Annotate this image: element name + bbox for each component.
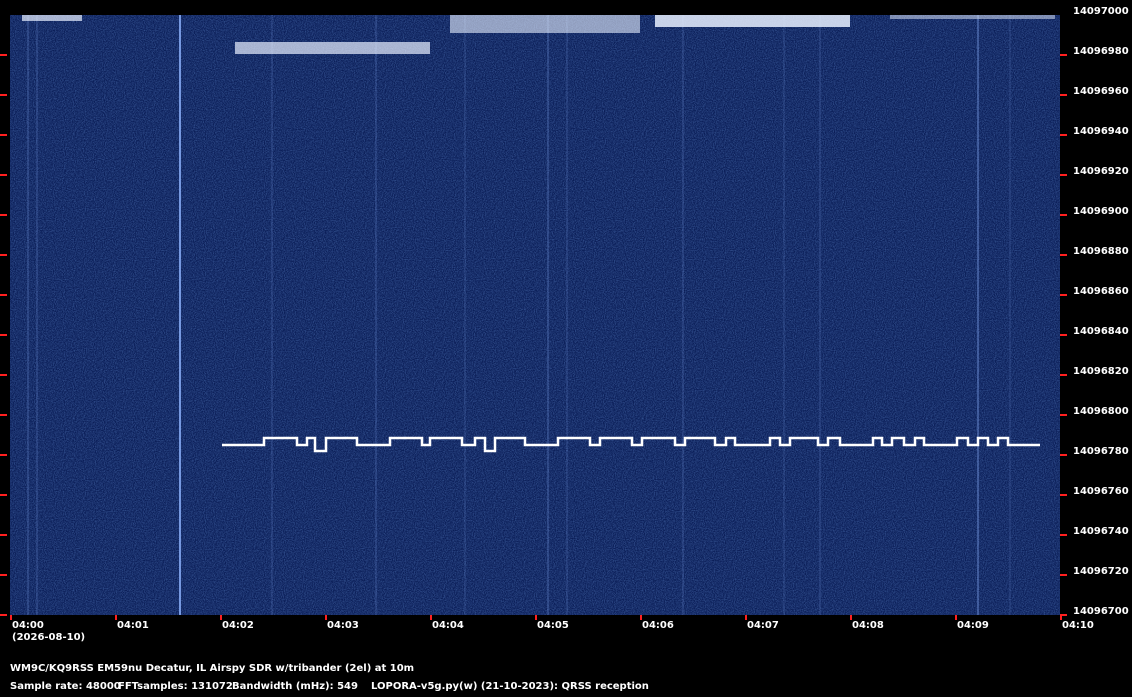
frequency-label: 14096920	[1073, 166, 1129, 177]
frequency-label: 14096780	[1073, 446, 1129, 457]
time-label: 04:09	[957, 620, 989, 631]
time-tick	[850, 615, 852, 620]
time-tick	[430, 615, 432, 620]
signal-blob	[22, 15, 82, 21]
frequency-tick-left	[0, 214, 7, 216]
signal-blob	[450, 15, 640, 33]
frequency-label: 14096900	[1073, 206, 1129, 217]
signal-blob	[655, 15, 850, 27]
time-tick	[1060, 615, 1062, 620]
time-label: 04:03	[327, 620, 359, 631]
frequency-tick-right	[1060, 374, 1067, 376]
frequency-tick-right	[1060, 574, 1067, 576]
frequency-tick-left	[0, 614, 7, 616]
frequency-tick-right	[1060, 214, 1067, 216]
frequency-label: 14096860	[1073, 286, 1129, 297]
time-tick	[955, 615, 957, 620]
time-tick	[220, 615, 222, 620]
frequency-tick-left	[0, 254, 7, 256]
time-tick	[10, 615, 12, 620]
frequency-label: 14097000	[1073, 6, 1129, 17]
frequency-tick-left	[0, 94, 7, 96]
time-tick	[745, 615, 747, 620]
frequency-tick-right	[1060, 94, 1067, 96]
frequency-tick-left	[0, 134, 7, 136]
time-label: 04:05	[537, 620, 569, 631]
bandwidth: Bandwidth (mHz): 549	[232, 681, 358, 692]
frequency-tick-right	[1060, 534, 1067, 536]
frequency-label: 14096940	[1073, 126, 1129, 137]
time-label: 04:08	[852, 620, 884, 631]
frequency-tick-right	[1060, 174, 1067, 176]
time-label: 04:04	[432, 620, 464, 631]
station-info: WM9C/KQ9RSS EM59nu Decatur, IL Airspy SD…	[10, 663, 415, 674]
waterfall-canvas	[10, 15, 1060, 615]
frequency-tick-left	[0, 414, 7, 416]
frequency-label: 14096700	[1073, 606, 1129, 617]
sample-rate: Sample rate: 48000	[10, 681, 121, 692]
frequency-label: 14096820	[1073, 366, 1129, 377]
frequency-tick-right	[1060, 134, 1067, 136]
frequency-tick-left	[0, 54, 7, 56]
frequency-tick-left	[0, 174, 7, 176]
waterfall-display[interactable]	[10, 15, 1060, 615]
time-label: 04:10	[1062, 620, 1094, 631]
frequency-tick-right	[1060, 54, 1067, 56]
frequency-label: 14096880	[1073, 246, 1129, 257]
time-tick	[115, 615, 117, 620]
signal-blob	[890, 15, 1055, 19]
frequency-tick-right	[1060, 334, 1067, 336]
time-label: 04:01	[117, 620, 149, 631]
frequency-tick-right	[1060, 294, 1067, 296]
frequency-label: 14096740	[1073, 526, 1129, 537]
date-label: (2026-08-10)	[12, 632, 86, 643]
frequency-label: 14096840	[1073, 326, 1129, 337]
frequency-tick-right	[1060, 414, 1067, 416]
software-version: LOPORA-v5g.py(w) (21-10-2023): QRSS rece…	[371, 681, 649, 692]
frequency-tick-right	[1060, 254, 1067, 256]
waterfall-noise	[10, 15, 1060, 615]
frequency-tick-right	[1060, 454, 1067, 456]
time-label: 04:02	[222, 620, 254, 631]
fft-samples: FFTsamples: 131072	[118, 681, 233, 692]
time-label: 04:06	[642, 620, 674, 631]
frequency-tick-left	[0, 454, 7, 456]
frequency-label: 14096760	[1073, 486, 1129, 497]
time-label: 04:07	[747, 620, 779, 631]
time-tick	[535, 615, 537, 620]
frequency-label: 14096960	[1073, 86, 1129, 97]
frequency-label: 14096720	[1073, 566, 1129, 577]
time-tick	[640, 615, 642, 620]
time-tick	[325, 615, 327, 620]
frequency-label: 14096980	[1073, 46, 1129, 57]
frequency-tick-left	[0, 574, 7, 576]
frequency-tick-right	[1060, 494, 1067, 496]
frequency-tick-left	[0, 494, 7, 496]
frequency-label: 14096800	[1073, 406, 1129, 417]
signal-blob	[235, 42, 430, 54]
frequency-tick-left	[0, 294, 7, 296]
time-label: 04:00	[12, 620, 44, 631]
frequency-tick-left	[0, 334, 7, 336]
frequency-tick-left	[0, 374, 7, 376]
frequency-tick-left	[0, 534, 7, 536]
